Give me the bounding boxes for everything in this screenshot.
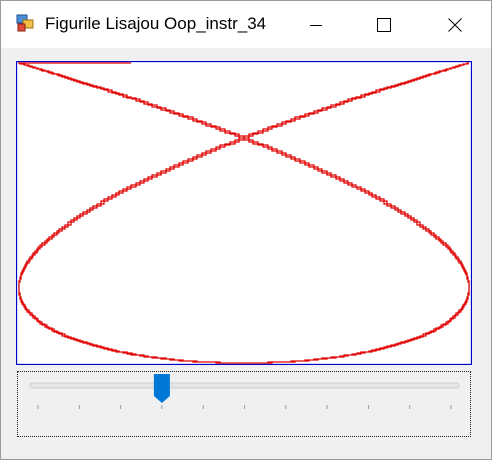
minimize-button[interactable]	[293, 1, 339, 48]
app-icon[interactable]	[16, 14, 34, 32]
title-bar[interactable]: Figurile Lisajou Oop_instr_34	[1, 1, 491, 48]
app-window: Figurile Lisajou Oop_instr_34	[0, 0, 492, 460]
window-title: Figurile Lisajou Oop_instr_34	[45, 14, 267, 33]
client-area	[1, 48, 491, 459]
trackbar-ticks	[37, 405, 452, 409]
trackbar-channel[interactable]	[29, 382, 460, 389]
close-button[interactable]	[432, 1, 478, 48]
trackbar-thumb[interactable]	[153, 374, 170, 403]
close-icon	[448, 17, 462, 32]
plot-frame	[16, 61, 472, 365]
lissajous-canvas	[16, 61, 472, 365]
minimize-icon	[310, 24, 322, 26]
lissajous-curve	[18, 62, 470, 364]
maximize-icon	[377, 17, 391, 32]
frequency-trackbar[interactable]	[17, 371, 471, 437]
maximize-button[interactable]	[361, 1, 407, 48]
